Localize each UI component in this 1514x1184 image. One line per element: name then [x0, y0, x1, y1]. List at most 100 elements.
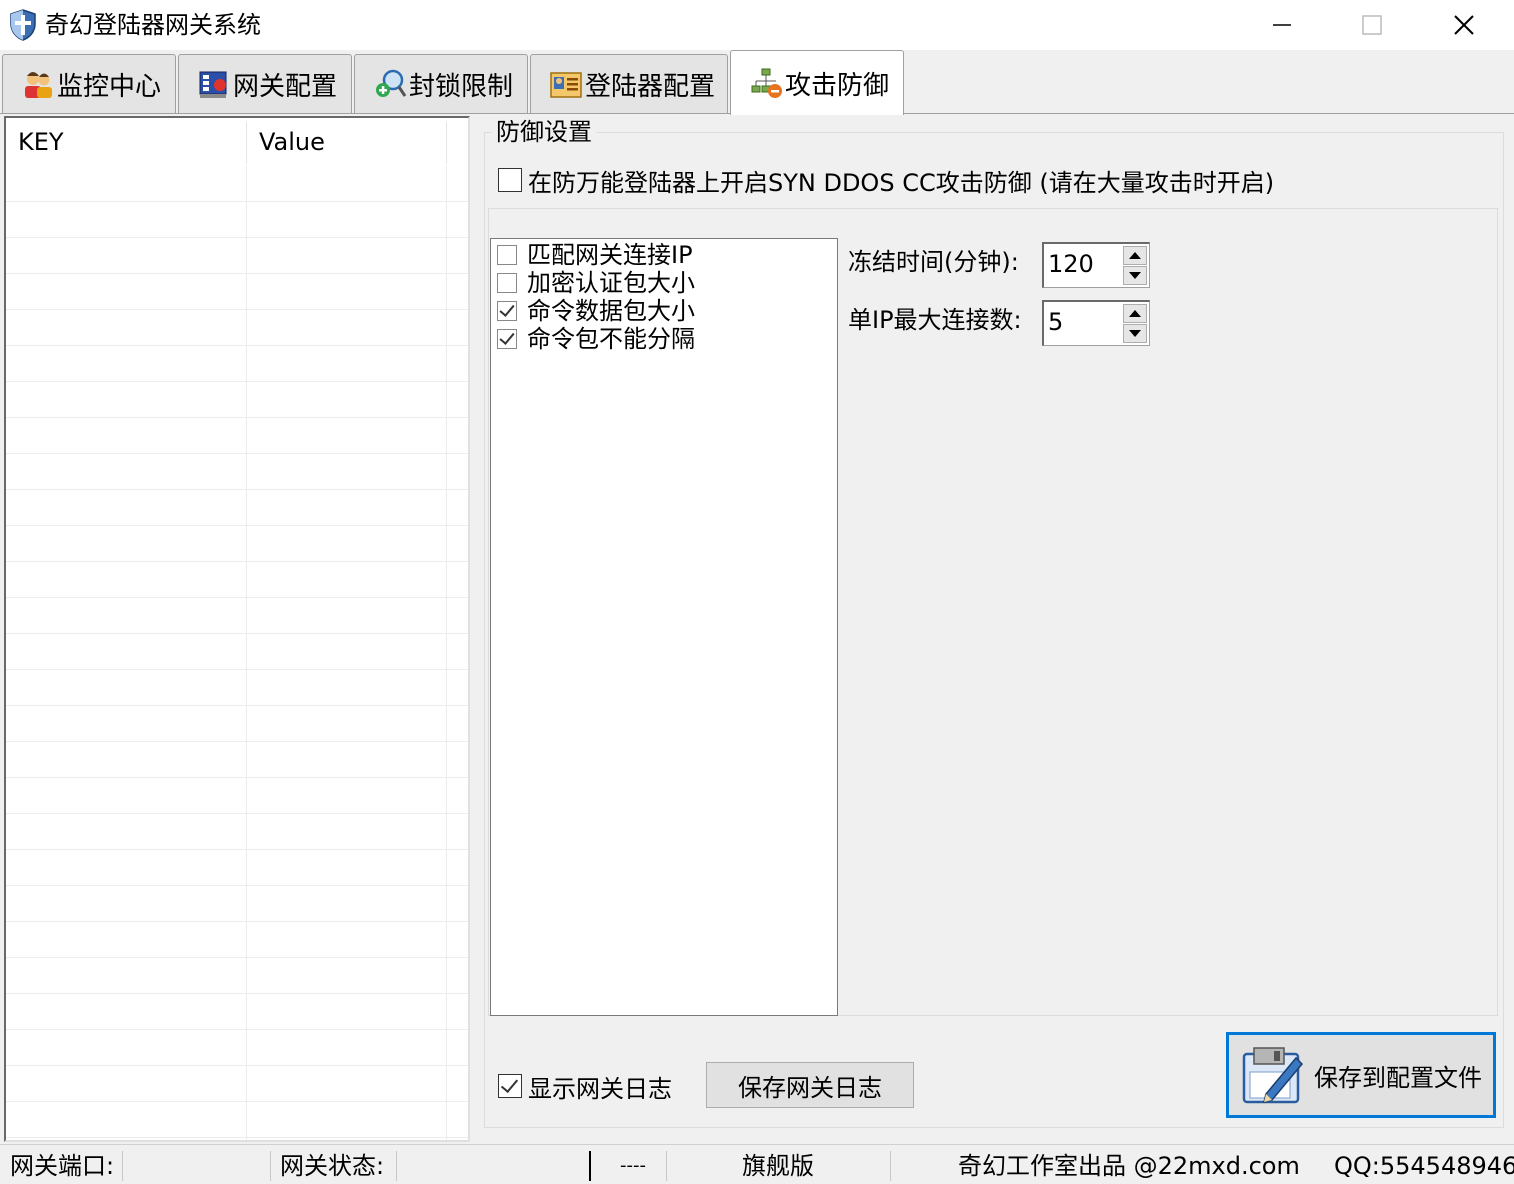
- list-item-label: 命令数据包大小: [527, 297, 695, 325]
- status-divider: [666, 1151, 667, 1181]
- close-button[interactable]: [1418, 0, 1510, 50]
- show-log-option[interactable]: 显示网关日志: [498, 1070, 672, 1103]
- stepper-down-button[interactable]: [1123, 324, 1147, 343]
- table-row[interactable]: [6, 922, 468, 958]
- save-config-label: 保存到配置文件: [1314, 1063, 1482, 1092]
- credit-text: 奇幻工作室出品 @22mxd.com: [958, 1152, 1300, 1180]
- table-row[interactable]: [6, 814, 468, 850]
- table-row[interactable]: [6, 994, 468, 1030]
- stepper-up-button[interactable]: [1123, 246, 1147, 265]
- tab-label: 网关配置: [233, 72, 338, 102]
- syn-ddos-checkbox[interactable]: [498, 168, 522, 192]
- gateway-port-label: 网关端口:: [10, 1152, 115, 1180]
- list-item[interactable]: 命令数据包大小: [497, 297, 695, 325]
- freeze-time-stepper[interactable]: 120: [1042, 242, 1150, 288]
- key-value-grid[interactable]: KEY Value: [4, 116, 470, 1142]
- table-row[interactable]: [6, 634, 468, 670]
- status-dash: ----: [620, 1155, 646, 1176]
- tab-monitor-center[interactable]: 监控中心: [2, 54, 176, 114]
- save-config-button[interactable]: 保存到配置文件: [1226, 1032, 1496, 1118]
- column-header-value[interactable]: Value: [247, 118, 447, 166]
- table-row[interactable]: [6, 1066, 468, 1102]
- list-item-checkbox[interactable]: [497, 301, 517, 321]
- arrow-up-icon: [1129, 252, 1141, 259]
- arrow-down-icon: [1129, 272, 1141, 279]
- table-row[interactable]: [6, 202, 468, 238]
- stepper-up-button[interactable]: [1123, 304, 1147, 323]
- tab-launcher-config[interactable]: 登陆器配置: [530, 54, 728, 114]
- tab-block-limits[interactable]: 封锁限制: [354, 54, 528, 114]
- arrow-up-icon: [1129, 310, 1141, 317]
- status-divider: [890, 1151, 891, 1181]
- edition-label: 旗舰版: [742, 1152, 814, 1180]
- table-row[interactable]: [6, 778, 468, 814]
- column-header-key[interactable]: KEY: [6, 118, 246, 166]
- users-icon: [25, 71, 52, 98]
- table-row[interactable]: [6, 850, 468, 886]
- table-row[interactable]: [6, 310, 468, 346]
- table-row[interactable]: [6, 382, 468, 418]
- syn-ddos-option[interactable]: 在防万能登陆器上开启SYN DDOS CC攻击防御 (请在大量攻击时开启): [498, 164, 1275, 197]
- status-divider: [396, 1151, 397, 1181]
- tab-label: 登陆器配置: [585, 72, 716, 102]
- save-log-button[interactable]: 保存网关日志: [706, 1062, 914, 1108]
- max-connections-value[interactable]: 5: [1048, 306, 1063, 338]
- gateway-state-value: [398, 1149, 578, 1183]
- table-row[interactable]: [6, 886, 468, 922]
- grid-header: KEY Value: [6, 118, 468, 166]
- table-row[interactable]: [6, 238, 468, 274]
- table-row[interactable]: [6, 1030, 468, 1066]
- max-connections-label: 单IP最大连接数:: [848, 306, 1022, 334]
- table-row[interactable]: [6, 454, 468, 490]
- freeze-time-label: 冻结时间(分钟):: [848, 248, 1019, 276]
- stepper-down-button[interactable]: [1123, 266, 1147, 285]
- status-divider: [270, 1151, 271, 1181]
- list-item-checkbox[interactable]: [497, 245, 517, 265]
- freeze-time-value[interactable]: 120: [1048, 248, 1094, 280]
- tab-gateway-config[interactable]: 网关配置: [178, 54, 352, 114]
- table-row[interactable]: [6, 706, 468, 742]
- list-item-label: 命令包不能分隔: [527, 325, 695, 353]
- show-log-checkbox[interactable]: [498, 1074, 522, 1098]
- column-divider[interactable]: [446, 122, 447, 164]
- table-row[interactable]: [6, 598, 468, 634]
- show-log-label: 显示网关日志: [528, 1074, 672, 1103]
- packet-check-list[interactable]: 匹配网关连接IP 加密认证包大小 命令数据包大小 命令包不能分隔: [490, 238, 838, 1016]
- minimize-button[interactable]: [1236, 0, 1328, 50]
- list-item-checkbox[interactable]: [497, 329, 517, 349]
- list-item-checkbox[interactable]: [497, 273, 517, 293]
- table-row[interactable]: [6, 1102, 468, 1138]
- list-item[interactable]: 匹配网关连接IP: [497, 241, 693, 269]
- table-row[interactable]: [6, 418, 468, 454]
- group-title: 防御设置: [492, 116, 596, 148]
- table-row[interactable]: [6, 166, 468, 202]
- tab-attack-defense[interactable]: 攻击防御: [730, 50, 904, 115]
- table-row[interactable]: [6, 346, 468, 382]
- table-row[interactable]: [6, 958, 468, 994]
- syn-ddos-label: 在防万能登陆器上开启SYN DDOS CC攻击防御 (请在大量攻击时开启): [528, 168, 1275, 197]
- block-search-icon: [376, 69, 407, 97]
- title-bar[interactable]: 奇幻登陆器网关系统: [0, 0, 1514, 50]
- list-item[interactable]: 加密认证包大小: [497, 269, 695, 297]
- table-row[interactable]: [6, 490, 468, 526]
- qq-contact: QQ:554548946: [1334, 1152, 1514, 1180]
- tab-strip: 监控中心 网关配置 封锁限制 登陆器配置 攻击防御: [0, 50, 1514, 115]
- max-connections-stepper[interactable]: 5: [1042, 300, 1150, 346]
- table-row[interactable]: [6, 526, 468, 562]
- table-row[interactable]: [6, 670, 468, 706]
- maximize-button[interactable]: [1326, 0, 1418, 50]
- table-row[interactable]: [6, 742, 468, 778]
- status-bar: 网关端口: 网关状态: ---- 旗舰版 奇幻工作室出品 @22mxd.com …: [0, 1144, 1514, 1184]
- maximize-icon: [1362, 15, 1382, 35]
- table-row[interactable]: [6, 562, 468, 598]
- shield-icon: [10, 9, 36, 41]
- list-item[interactable]: 命令包不能分隔: [497, 325, 695, 353]
- gateway-config-icon: [199, 71, 227, 98]
- table-row[interactable]: [6, 274, 468, 310]
- gateway-port-value: [124, 1149, 264, 1183]
- close-icon: [1454, 15, 1474, 35]
- save-edit-icon: [1242, 1047, 1304, 1104]
- status-divider: [589, 1151, 591, 1181]
- id-card-icon: [550, 71, 582, 98]
- grid-body[interactable]: [6, 166, 468, 1138]
